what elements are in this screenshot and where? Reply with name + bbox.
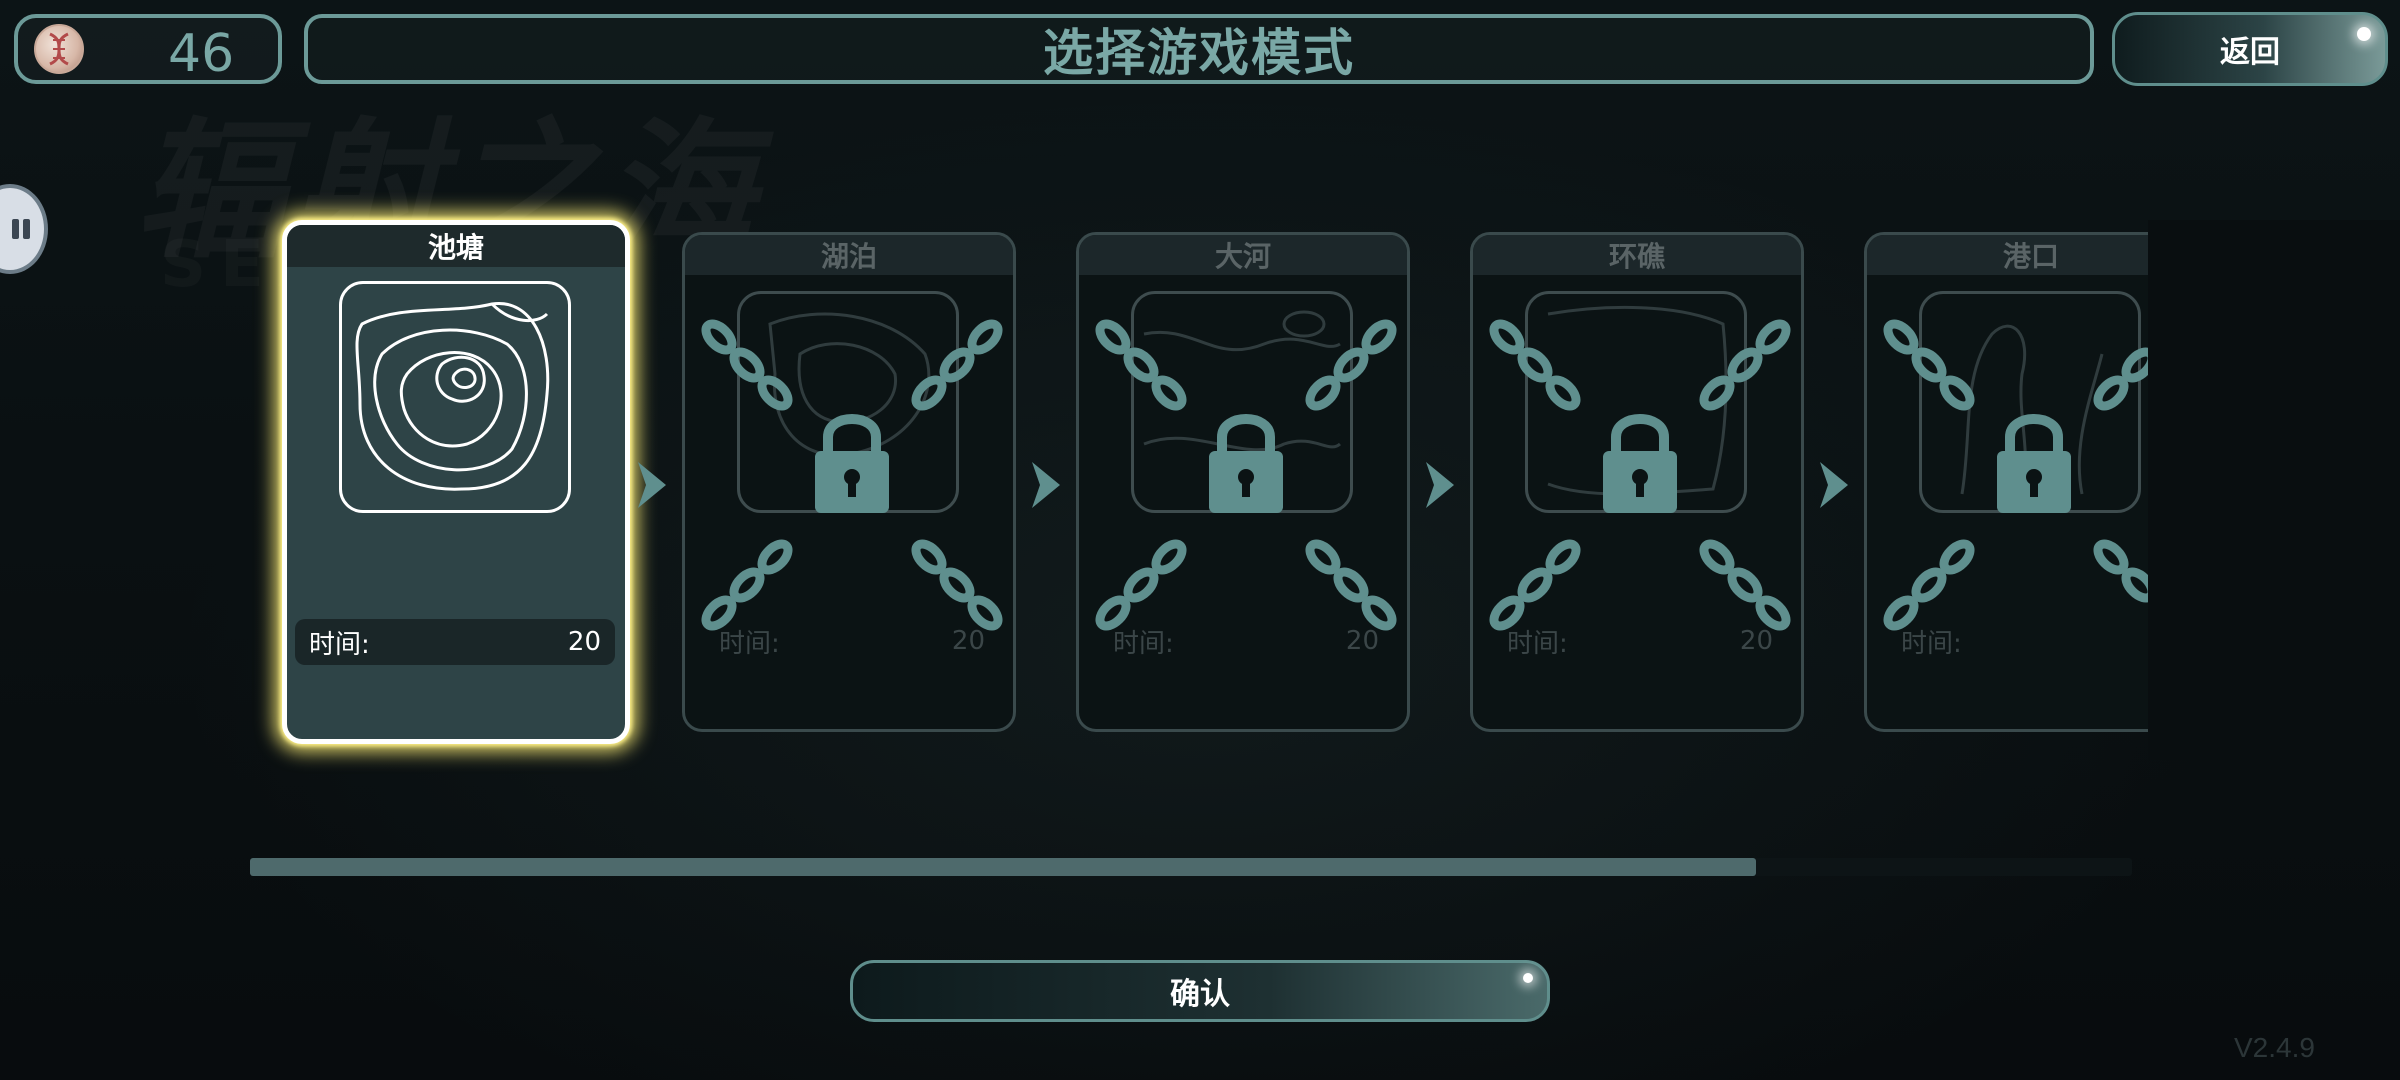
confirm-button[interactable]: 确认 xyxy=(850,960,1550,1022)
mode-card-title: 环礁 xyxy=(1473,235,1801,275)
currency-value: 46 xyxy=(168,24,235,84)
back-button-label: 返回 xyxy=(2220,35,2280,70)
chain-lock-icon xyxy=(1095,319,1397,631)
next-arrow-icon xyxy=(638,462,666,508)
chain-lock-icon xyxy=(1489,319,1791,631)
page-title: 选择游戏模式 xyxy=(1043,24,1355,82)
time-value: 20 xyxy=(567,627,601,657)
confirm-button-label: 确认 xyxy=(1170,977,1230,1012)
version-label: V2.4.9 xyxy=(2234,1032,2315,1063)
mode-card-river[interactable]: 大河 时间: 20 xyxy=(1076,232,1410,732)
mode-card-title: 池塘 xyxy=(287,225,625,267)
dna-coin-icon xyxy=(34,24,84,74)
mode-card-title: 湖泊 xyxy=(685,235,1013,275)
mode-card-time: 时间: 20 xyxy=(295,619,615,665)
mode-card-title: 大河 xyxy=(1079,235,1407,275)
mode-card-lake[interactable]: 湖泊 时间: 20 xyxy=(682,232,1016,732)
next-arrow-icon xyxy=(1426,462,1454,508)
title-bar: 选择游戏模式 xyxy=(304,14,2094,84)
next-arrow-icon xyxy=(1820,462,1848,508)
back-button[interactable]: 返回 xyxy=(2112,12,2388,86)
time-label: 时间: xyxy=(309,629,370,660)
scroll-viewport-edge xyxy=(2148,220,2400,760)
game-mode-screen: 辐射之海 SEA 46 选择游戏模式 返回 池塘 时间: 20 湖泊 时间: 2… xyxy=(0,0,2400,1080)
next-arrow-icon xyxy=(1032,462,1060,508)
chain-lock-icon xyxy=(701,319,1003,631)
side-menu-handle[interactable] xyxy=(0,184,48,274)
gloss-icon xyxy=(2357,27,2371,41)
pause-icon xyxy=(12,219,19,239)
mode-card-title: 港口 xyxy=(1867,235,2195,275)
scroll-progress-fill xyxy=(250,858,1756,876)
mode-card-pond[interactable]: 池塘 时间: 20 xyxy=(282,220,630,744)
contour-map-icon xyxy=(339,281,571,513)
scroll-progress-bar[interactable] xyxy=(250,858,2132,876)
gloss-icon xyxy=(1523,973,1533,983)
currency-display: 46 xyxy=(14,14,282,84)
mode-card-atoll[interactable]: 环礁 时间: 20 xyxy=(1470,232,1804,732)
